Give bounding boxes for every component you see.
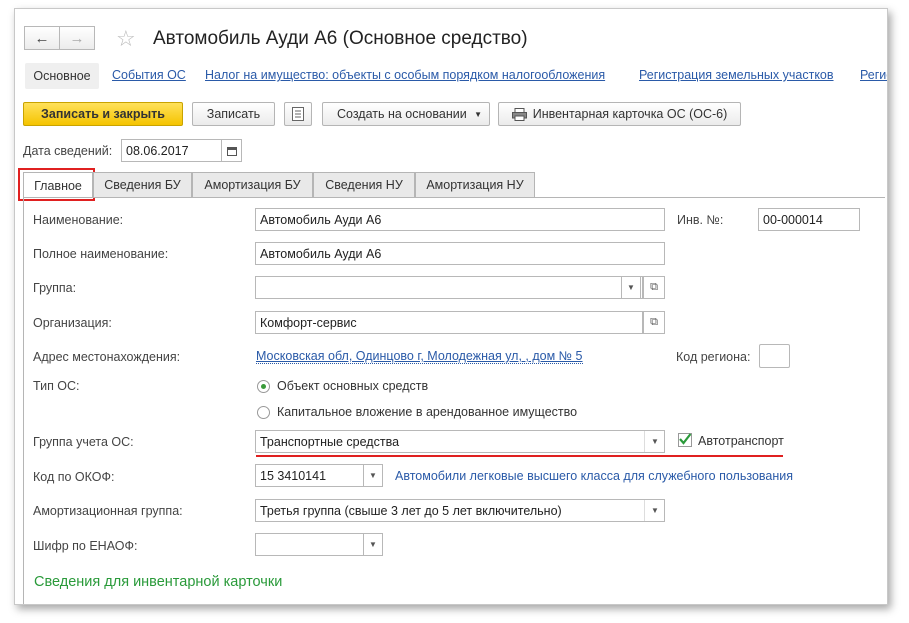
highlight-underline [256, 455, 783, 457]
amort-group-dropdown-button[interactable]: ▼ [644, 500, 665, 521]
os-type-radio-fixed-asset[interactable] [257, 380, 270, 393]
topnav-more[interactable]: Регис [860, 68, 887, 82]
name-input[interactable]: Автомобиль Ауди А6 [255, 208, 665, 231]
inv-number-input[interactable]: 00-000014 [758, 208, 860, 231]
chevron-down-icon: ▼ [474, 109, 482, 119]
org-open-button[interactable]: ⧉ [643, 311, 665, 334]
create-based-button[interactable]: Создать на основании ▼ [322, 102, 490, 126]
info-date-label: Дата сведений: [23, 144, 113, 158]
os-type-radio-capital-investment[interactable] [257, 406, 270, 419]
enaof-input[interactable] [255, 533, 364, 556]
inventory-card-button[interactable]: Инвентарная карточка ОС (ОС-6) [498, 102, 741, 126]
tab-panel-left-border [23, 197, 24, 604]
inv-number-label: Инв. №: [677, 213, 724, 227]
document-list-icon [292, 107, 304, 121]
region-code-label: Код региона: [676, 350, 751, 364]
autotransport-checkbox[interactable] [678, 433, 692, 447]
window-title: Автомобиль Ауди А6 (Основное средство) [153, 28, 528, 49]
chevron-down-icon: ▼ [369, 471, 377, 480]
group-open-button[interactable]: ⧉ [643, 276, 665, 299]
full-name-label: Полное наименование: [33, 247, 169, 261]
tab-main[interactable]: Главное [23, 172, 93, 198]
account-group-dropdown-button[interactable]: ▼ [644, 431, 665, 452]
os-type-option-capital-investment[interactable]: Капитальное вложение в арендованное имущ… [277, 405, 577, 419]
tab-amortization-nu[interactable]: Амортизация НУ [415, 172, 535, 197]
arrow-left-icon: ← [34, 29, 50, 47]
topnav-main-label: Основное [33, 69, 91, 83]
save-and-close-button[interactable]: Записать и закрыть [23, 102, 183, 126]
open-window-icon: ⧉ [650, 281, 658, 293]
tab-accounting-bu[interactable]: Сведения БУ [93, 172, 192, 197]
enaof-dropdown-button[interactable]: ▼ [363, 533, 383, 556]
topnav-property-tax[interactable]: Налог на имущество: объекты с особым пор… [205, 68, 605, 82]
inventory-card-section-title: Сведения для инвентарной карточки [34, 574, 283, 590]
region-code-input[interactable] [759, 344, 790, 368]
list-report-button[interactable] [284, 102, 312, 126]
info-date-input[interactable]: 08.06.2017 [121, 139, 222, 162]
info-date-value: 08.06.2017 [126, 143, 189, 158]
save-button[interactable]: Записать [192, 102, 275, 126]
account-group-label: Группа учета ОС: [33, 435, 134, 449]
name-value: Автомобиль Ауди А6 [260, 212, 382, 227]
full-name-input[interactable]: Автомобиль Ауди А6 [255, 242, 665, 265]
printer-icon [511, 107, 527, 121]
chevron-down-icon: ▼ [627, 283, 635, 292]
os-type-label: Тип ОС: [33, 379, 80, 393]
org-label: Организация: [33, 316, 112, 330]
group-label: Группа: [33, 281, 77, 295]
okof-description: Автомобили легковые высшего класса для с… [395, 469, 793, 483]
org-input[interactable]: Комфорт-сервис [255, 311, 643, 334]
os-type-option-fixed-asset[interactable]: Объект основных средств [277, 379, 428, 393]
checkmark-icon [679, 433, 692, 445]
autotransport-label[interactable]: Автотранспорт [698, 434, 784, 448]
calendar-icon [226, 146, 237, 156]
group-dropdown-button[interactable]: ▼ [621, 276, 641, 299]
address-label: Адрес местонахождения: [33, 350, 181, 364]
back-button[interactable]: ← [24, 26, 60, 50]
account-group-input[interactable]: Транспортные средства [255, 430, 665, 453]
tab-amortization-bu[interactable]: Амортизация БУ [192, 172, 313, 197]
tab-accounting-nu[interactable]: Сведения НУ [313, 172, 415, 197]
chevron-down-icon: ▼ [651, 437, 659, 446]
open-window-icon: ⧉ [650, 316, 658, 328]
inventory-card-label: Инвентарная карточка ОС (ОС-6) [532, 107, 728, 121]
topnav-os-events[interactable]: События ОС [112, 68, 186, 82]
tab-panel-border [23, 197, 885, 198]
address-link[interactable]: Московская обл, Одинцово г, Молодежная у… [256, 349, 583, 364]
create-based-label: Создать на основании [337, 107, 467, 121]
okof-input[interactable]: 15 3410141 [255, 464, 364, 487]
inv-number-value: 00-000014 [763, 212, 823, 227]
group-input[interactable] [255, 276, 643, 299]
topnav-main[interactable]: Основное [25, 63, 99, 89]
name-label: Наименование: [33, 213, 124, 227]
full-name-value: Автомобиль Ауди А6 [260, 246, 382, 261]
main-window: ← → ☆ Автомобиль Ауди А6 (Основное средс… [14, 8, 888, 605]
org-value: Комфорт-сервис [260, 315, 357, 330]
topnav-land-registration[interactable]: Регистрация земельных участков [639, 68, 834, 82]
okof-value: 15 3410141 [260, 468, 327, 483]
chevron-down-icon: ▼ [651, 506, 659, 515]
account-group-value: Транспортные средства [260, 434, 400, 449]
chevron-down-icon: ▼ [369, 540, 377, 549]
star-icon[interactable]: ☆ [116, 26, 136, 52]
calendar-button[interactable] [221, 139, 242, 162]
amort-group-input[interactable]: Третья группа (свыше 3 лет до 5 лет вклю… [255, 499, 665, 522]
okof-dropdown-button[interactable]: ▼ [363, 464, 383, 487]
amort-group-value: Третья группа (свыше 3 лет до 5 лет вклю… [260, 503, 562, 518]
enaof-label: Шифр по ЕНАОФ: [33, 539, 138, 553]
amort-group-label: Амортизационная группа: [33, 504, 183, 518]
okof-label: Код по ОКОФ: [33, 470, 115, 484]
arrow-right-icon: → [69, 29, 85, 47]
forward-button[interactable]: → [59, 26, 95, 50]
